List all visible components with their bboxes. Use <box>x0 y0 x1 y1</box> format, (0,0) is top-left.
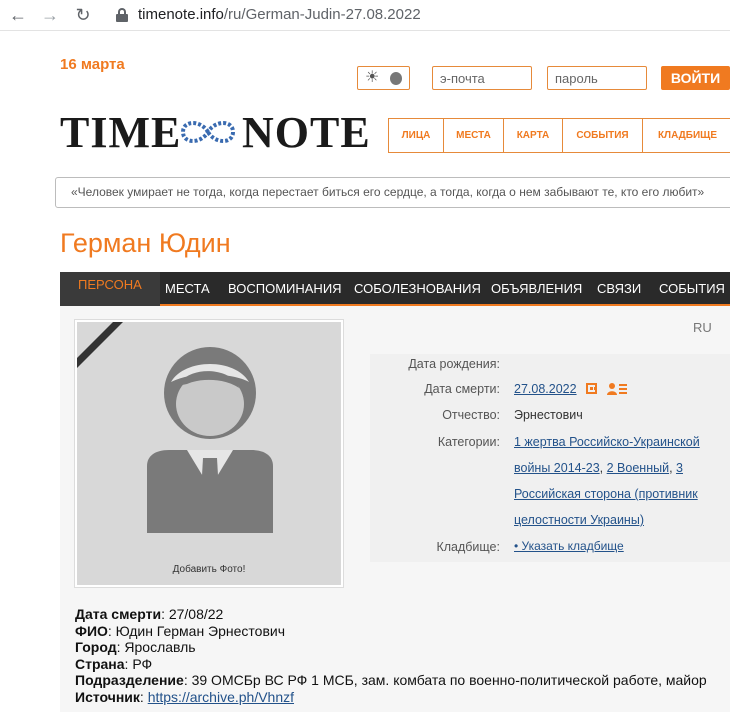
details-country-row: Страна: РФ <box>75 656 707 673</box>
patronymic-label: Отчество: <box>442 408 500 422</box>
category-link-1[interactable]: 1 жертва Российско-Украинской <box>514 435 700 449</box>
details-city-value: : Ярославль <box>116 639 196 655</box>
add-photo-label[interactable]: Добавить Фото! <box>77 564 341 575</box>
url-path: /ru/German-Judin-27.08.2022 <box>223 6 421 23</box>
birth-date-label: Дата рождения: <box>408 357 500 371</box>
nav-item-map[interactable]: КАРТА <box>504 119 563 152</box>
language-switch[interactable]: RU <box>693 320 712 335</box>
profile-photo[interactable]: Добавить Фото! <box>75 320 343 587</box>
death-date-label: Дата смерти: <box>424 382 500 396</box>
tab-condolences[interactable]: СОБОЛЕЗНОВАНИЯ <box>354 272 481 304</box>
back-arrow-icon[interactable]: ← <box>8 5 28 25</box>
address-bar[interactable]: timenote.info/ru/German-Judin-27.08.2022 <box>138 6 421 23</box>
current-date: 16 марта <box>60 56 125 73</box>
url-host: timenote.info <box>138 6 224 23</box>
person-list-icon[interactable] <box>607 382 627 395</box>
main-navigation: ЛИЦА МЕСТА КАРТА СОБЫТИЯ КЛАДБИЩЕ <box>388 118 730 153</box>
login-button[interactable]: ВОЙТИ <box>661 66 730 90</box>
tab-memories[interactable]: ВОСПОМИНАНИЯ <box>228 272 342 304</box>
details-death-row: Дата смерти: 27/08/22 <box>75 606 707 623</box>
password-field[interactable] <box>547 66 647 90</box>
category-link-3-end[interactable]: целостности Украины) <box>514 513 644 527</box>
details-source-sep: : <box>139 688 148 705</box>
tab-connections[interactable]: СВЯЗИ <box>597 272 641 304</box>
person-details: Дата смерти: 27/08/22 ФИО: Юдин Герман Э… <box>75 606 707 705</box>
patronymic-value: Эрнестович <box>514 408 583 422</box>
email-field[interactable] <box>432 66 532 90</box>
details-fio-row: ФИО: Юдин Герман Эрнестович <box>75 623 707 640</box>
reload-icon[interactable]: ↻ <box>73 5 93 25</box>
nav-item-people[interactable]: ЛИЦА <box>389 119 444 152</box>
details-city-label: Город <box>75 639 117 655</box>
details-country-label: Страна <box>75 655 125 672</box>
lock-icon[interactable] <box>116 8 128 22</box>
details-source-label: Источник <box>75 688 140 705</box>
source-link[interactable]: https://archive.ph/Vhnzf <box>148 689 294 705</box>
quote-search-box[interactable]: «Человек умирает не тогда, когда переста… <box>55 177 730 208</box>
tab-places[interactable]: МЕСТА <box>165 272 210 304</box>
categories-value: 1 жертва Российско-Украинской войны 2014… <box>514 429 700 533</box>
moon-icon <box>390 72 402 85</box>
category-separator: , <box>599 461 607 475</box>
category-separator: , <box>669 461 677 475</box>
details-fio-label: ФИО <box>75 622 108 639</box>
nav-item-places[interactable]: МЕСТА <box>444 119 504 152</box>
death-date-link[interactable]: 27.08.2022 <box>514 382 577 396</box>
nav-item-cemetery[interactable]: КЛАДБИЩЕ <box>643 119 730 152</box>
details-unit-value: : 39 ОМСБр ВС РФ 1 МСБ, зам. комбата по … <box>183 672 707 688</box>
categories-label: Категории: <box>437 435 500 449</box>
details-country-value: : РФ <box>124 655 153 672</box>
set-cemetery-link[interactable]: • Указать кладбище <box>514 539 624 553</box>
forward-arrow-icon[interactable]: → <box>40 5 60 25</box>
tab-events[interactable]: СОБЫТИЯ <box>659 272 725 304</box>
calendar-icon[interactable] <box>586 383 597 394</box>
nav-item-events[interactable]: СОБЫТИЯ <box>563 119 643 152</box>
details-fio-value: : Юдин Герман Эрнестович <box>107 622 286 639</box>
site-logo[interactable]: TIME NOTE <box>60 108 370 160</box>
category-link-2[interactable]: 2 Военный <box>607 461 669 475</box>
profile-tabs: ПЕРСОНА МЕСТА ВОСПОМИНАНИЯ СОБОЛЕЗНОВАНИ… <box>60 272 730 306</box>
page-title: Герман Юдин <box>60 228 231 258</box>
tab-announcements[interactable]: ОБЪЯВЛЕНИЯ <box>491 272 582 304</box>
death-date-value: 27.08.2022 <box>514 376 577 402</box>
logo-text-note: NOTE <box>242 108 371 157</box>
infinity-logo-icon <box>180 121 236 143</box>
category-link-1-cont[interactable]: войны 2014-23 <box>514 461 600 475</box>
theme-toggle[interactable]: ☀ <box>357 66 410 90</box>
category-link-3-cont[interactable]: Российская сторона (противник <box>514 487 698 501</box>
category-link-3[interactable]: 3 <box>676 461 683 475</box>
avatar-placeholder-icon <box>147 347 273 533</box>
browser-toolbar: ← → ↻ timenote.info/ru/German-Judin-27.0… <box>0 0 730 31</box>
cemetery-value: • Указать кладбище <box>514 533 624 559</box>
cemetery-label: Кладбище: <box>436 540 500 554</box>
details-city-row: Город: Ярославль <box>75 639 707 656</box>
details-unit-row: Подразделение: 39 ОМСБр ВС РФ 1 МСБ, зам… <box>75 672 707 689</box>
details-death-label: Дата смерти <box>75 606 162 622</box>
logo-text-time: TIME <box>60 108 182 157</box>
details-unit-label: Подразделение <box>75 672 184 688</box>
tab-person[interactable]: ПЕРСОНА <box>60 272 160 306</box>
sun-icon: ☀ <box>365 69 380 86</box>
details-source-row: Источник: https://archive.ph/Vhnzf <box>75 689 707 706</box>
details-death-value: : 27/08/22 <box>161 606 224 622</box>
